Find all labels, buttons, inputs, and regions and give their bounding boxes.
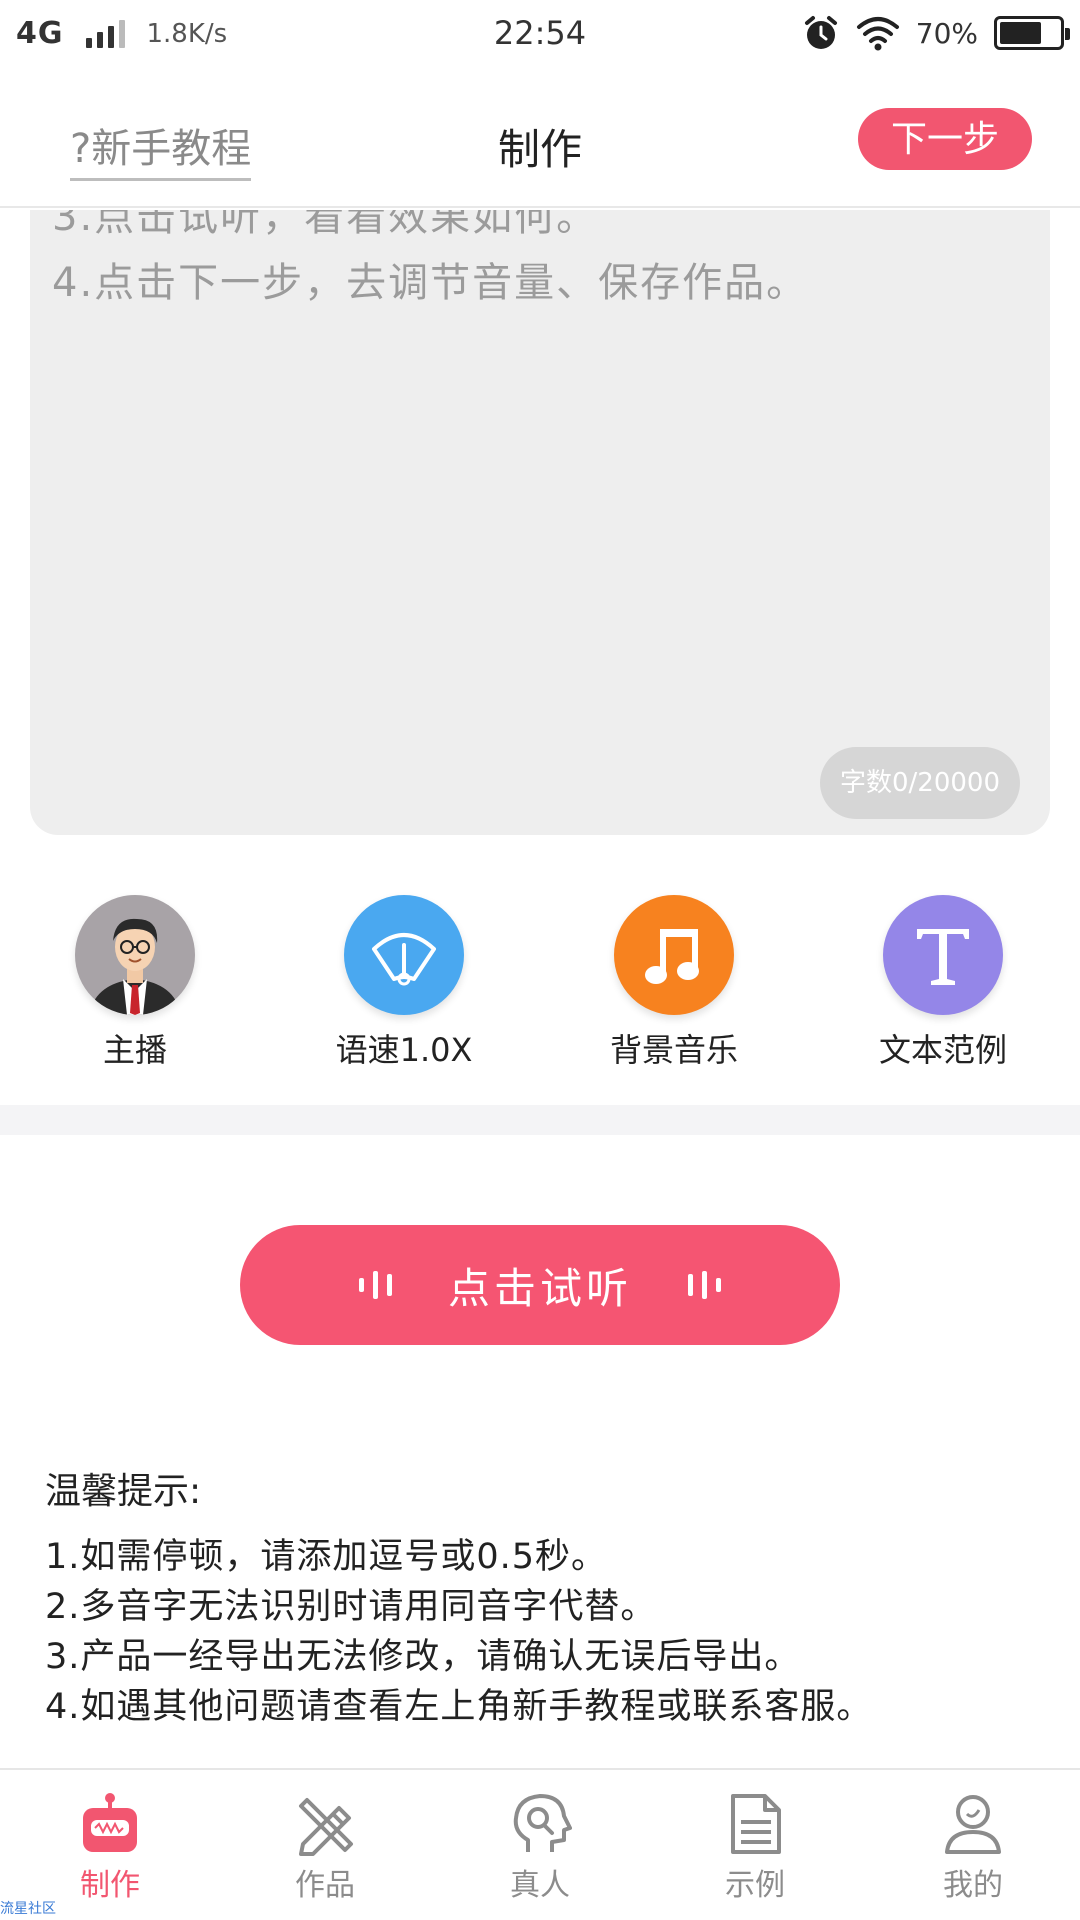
tool-anchor[interactable]: 主播: [35, 895, 235, 1071]
tool-text-sample[interactable]: 文本范例: [843, 895, 1043, 1071]
tab-mine-label: 我的: [943, 1868, 1003, 1903]
pencil-ruler-icon: [299, 1798, 353, 1856]
tool-speed[interactable]: 语速1.0X: [304, 895, 504, 1071]
robot-icon: [83, 1793, 137, 1852]
tab-example-label: 示例: [725, 1868, 785, 1903]
user-profile-icon: [945, 1795, 1001, 1854]
preview-listen-label: 点击试听: [447, 1264, 632, 1312]
tips-title: 温馨提示:: [45, 1471, 202, 1512]
speedometer-icon: [344, 895, 464, 1015]
screen: 4G 1.8K/s 22:54 70% ?新手教程 制作 下一步 3.点击试听，…: [0, 0, 1080, 1920]
next-step-button[interactable]: 下一步: [858, 108, 1032, 170]
document-icon: [731, 1794, 781, 1854]
editor-hint-line-3: 3.点击试听，看看效果如何。: [52, 210, 599, 240]
tool-speed-label: 语速1.0X: [335, 1031, 473, 1069]
tip-item: 1.如需停顿，请添加逗号或0.5秒。: [45, 1537, 608, 1577]
tab-mine[interactable]: 我的: [893, 1792, 1053, 1904]
word-count-badge: 字数0/20000: [820, 747, 1020, 819]
section-divider: [0, 1105, 1080, 1135]
tab-make[interactable]: 制作: [30, 1792, 190, 1904]
tool-anchor-label: 主播: [102, 1031, 167, 1069]
tab-works[interactable]: 作品: [245, 1792, 405, 1904]
tool-sample-label: 文本范例: [878, 1031, 1007, 1069]
sound-wave-left-icon: [358, 1271, 392, 1299]
wifi-icon: [856, 17, 899, 51]
tip-item: 2.多音字无法识别时请用同音字代替。: [45, 1587, 657, 1627]
tab-example[interactable]: 示例: [675, 1792, 835, 1904]
head-search-icon: [513, 1794, 572, 1852]
tips-section: 温馨提示: 1.如需停顿，请添加逗号或0.5秒。 2.多音字无法识别时请用同音字…: [45, 1462, 1045, 1732]
sound-wave-right-icon: [688, 1271, 721, 1299]
tutorial-link[interactable]: ?新手教程: [70, 116, 252, 181]
text-editor[interactable]: 3.点击试听，看看效果如何。 4.点击下一步，去调节音量、保存作品。 字数0/2…: [30, 210, 1050, 835]
battery-icon: [994, 16, 1070, 50]
top-nav-bar: ?新手教程 制作 下一步: [0, 70, 1080, 208]
alarm-icon: [804, 16, 837, 49]
watermark-text: 流星社区: [0, 1901, 56, 1917]
battery-percent: 70%: [915, 16, 978, 50]
tab-real-person[interactable]: 真人: [460, 1792, 620, 1904]
tool-row: 主播 语速1.0X 背景音乐 文本范例: [0, 835, 1080, 1105]
tool-bgm-label: 背景音乐: [609, 1031, 738, 1069]
editor-hint-line-4: 4.点击下一步，去调节音量、保存作品。: [52, 260, 809, 306]
text-t-icon: [883, 895, 1003, 1015]
status-bar: 4G 1.8K/s 22:54 70%: [0, 0, 1080, 70]
tab-works-label: 作品: [295, 1868, 355, 1903]
music-note-icon: [614, 895, 734, 1015]
preview-listen-button[interactable]: 点击试听: [240, 1225, 840, 1345]
anchor-avatar: [75, 895, 195, 1015]
bottom-tab-bar: 制作 作品 真人 示例 我的 流星社区: [0, 1768, 1080, 1920]
tab-real-label: 真人: [510, 1868, 570, 1903]
tip-item: 3.产品一经导出无法修改，请确认无误后导出。: [45, 1637, 801, 1677]
tip-item: 4.如遇其他问题请查看左上角新手教程或联系客服。: [45, 1687, 873, 1727]
tool-background-music[interactable]: 背景音乐: [574, 895, 774, 1071]
